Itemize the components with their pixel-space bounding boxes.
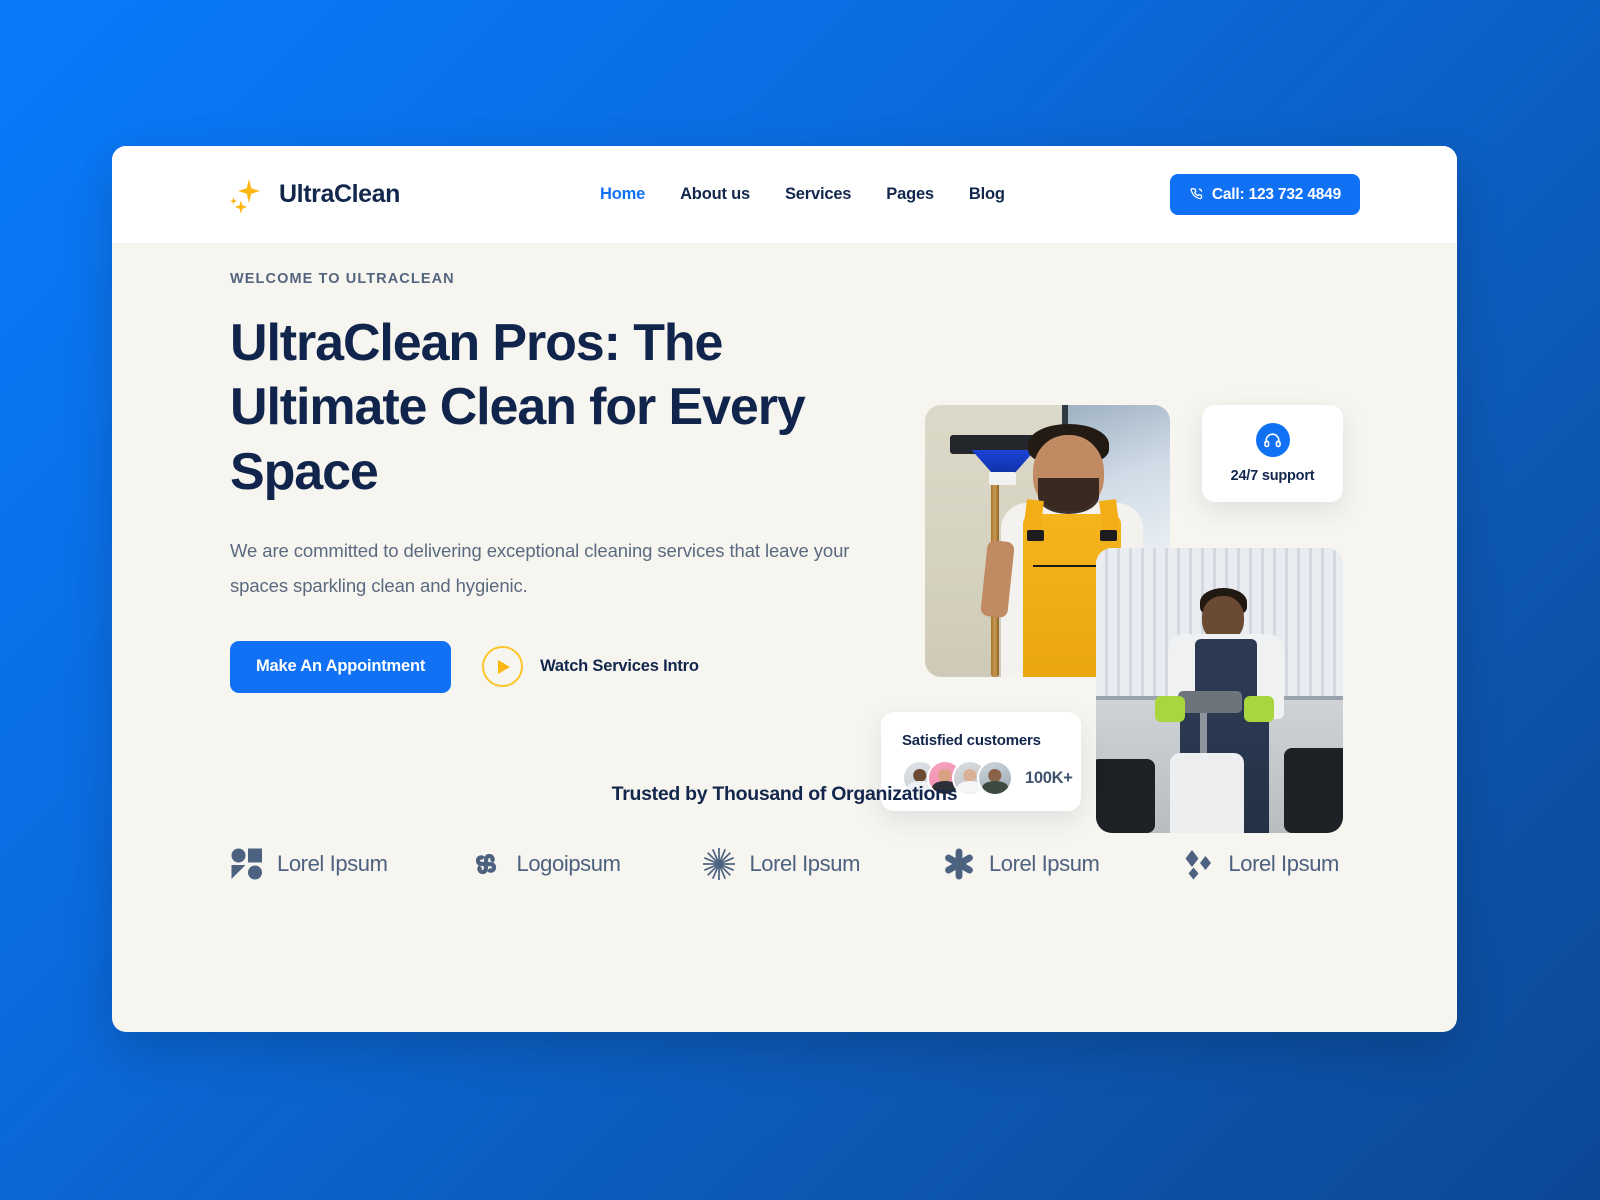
partner-logo-4[interactable]: Lorel Ipsum	[942, 847, 1100, 881]
call-button-label: Call: 123 732 4849	[1211, 185, 1341, 203]
browser-page-card: UltraClean Home About us Services Pages …	[112, 146, 1457, 1032]
call-button[interactable]: Call: 123 732 4849	[1169, 174, 1360, 215]
hero-media: 24/7 support Satisfied customers 100K+	[867, 243, 1427, 833]
nav-link-blog[interactable]: Blog	[969, 185, 1005, 204]
nav-link-pages[interactable]: Pages	[886, 185, 934, 204]
support-label: 24/7 support	[1230, 468, 1315, 484]
hero-section: WELCOME TO ULTRACLEAN UltraClean Pros: T…	[112, 243, 1457, 833]
diamond-cluster-icon	[1181, 847, 1215, 881]
sunburst-icon	[702, 847, 736, 881]
trusted-by-section: Trusted by Thousand of Organizations Lor…	[112, 783, 1457, 881]
partner-logo-5[interactable]: Lorel Ipsum	[1181, 847, 1339, 881]
phone-icon	[1189, 187, 1204, 202]
hero-eyebrow: WELCOME TO ULTRACLEAN	[230, 271, 455, 287]
partner-logo-label: Lorel Ipsum	[749, 851, 860, 876]
partner-logo-label: Lorel Ipsum	[988, 851, 1100, 876]
partner-logo-row: Lorel Ipsum Logoipsum Lorel Ipsum Lorel …	[112, 847, 1457, 881]
nav-link-about-us[interactable]: About us	[680, 185, 750, 204]
nav-link-services[interactable]: Services	[785, 185, 851, 204]
hero-actions: Make An Appointment Watch Services Intro	[230, 640, 850, 693]
partner-logo-1[interactable]: Lorel Ipsum	[230, 847, 388, 881]
brand-name: UltraClean	[279, 180, 401, 208]
partner-logo-2[interactable]: Logoipsum	[469, 847, 621, 881]
nav-link-home[interactable]: Home	[600, 185, 645, 204]
hero-copy: WELCOME TO ULTRACLEAN UltraClean Pros: T…	[230, 271, 850, 693]
support-badge-card: 24/7 support	[1202, 405, 1343, 502]
watch-intro-label: Watch Services Intro	[540, 657, 699, 676]
hero-subtitle: We are committed to delivering exception…	[230, 540, 850, 596]
sparkle-icon	[230, 175, 270, 215]
watch-intro-button[interactable]: Watch Services Intro	[482, 646, 699, 688]
make-appointment-button[interactable]: Make An Appointment	[230, 640, 452, 693]
play-icon	[482, 646, 524, 688]
trusted-by-title: Trusted by Thousand of Organizations	[611, 783, 958, 805]
page-title: UltraClean Pros: The Ultimate Clean for …	[230, 314, 806, 501]
site-header: UltraClean Home About us Services Pages …	[112, 146, 1457, 243]
six-point-star-icon	[942, 847, 976, 881]
headset-icon	[1255, 423, 1290, 457]
partner-logo-label: Lorel Ipsum	[1228, 851, 1339, 876]
pinwheel-icon	[469, 847, 503, 881]
main-navigation: Home About us Services Pages Blog	[600, 185, 1005, 204]
partner-logo-label: Lorel Ipsum	[277, 851, 388, 876]
brand-logo[interactable]: UltraClean	[230, 175, 400, 215]
satisfied-customers-title: Satisfied customers	[902, 732, 1041, 749]
clover-blocks-icon	[230, 847, 264, 881]
partner-logo-3[interactable]: Lorel Ipsum	[702, 847, 860, 881]
partner-logo-label: Logoipsum	[516, 851, 621, 876]
